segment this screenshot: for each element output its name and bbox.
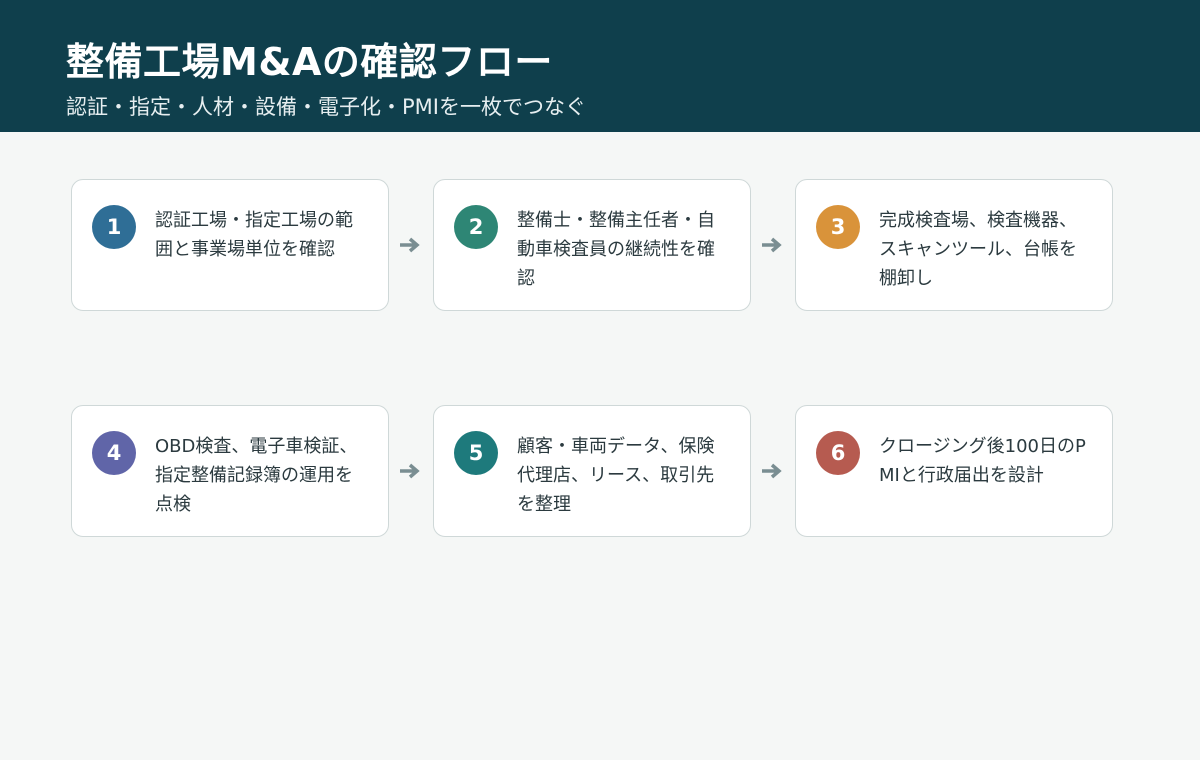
page-subtitle: 認証・指定・人材・設備・電子化・PMIを一枚でつなぐ	[66, 95, 586, 119]
arrow-right-icon-1	[400, 237, 420, 253]
step-text-5: 顧客・車両データ、保険代理店、リース、取引先を整理	[517, 436, 715, 515]
arrow-right-icon-3	[400, 463, 420, 479]
step-number-badge-5: 5	[454, 431, 498, 475]
step-text-6: クロージング後100日のPMIと行政届出を設計	[879, 436, 1086, 486]
step-text-2: 整備士・整備主任者・自動車検査員の継続性を確認	[517, 210, 715, 289]
step-number-badge-3: 3	[816, 205, 860, 249]
step-number-badge-4: 4	[92, 431, 136, 475]
step-card-1: 1 認証工場・指定工場の範囲と事業場単位を確認	[71, 179, 389, 311]
step-text-1: 認証工場・指定工場の範囲と事業場単位を確認	[155, 210, 353, 260]
page-title: 整備工場M&Aの確認フロー	[66, 40, 553, 84]
arrow-right-icon-4	[762, 463, 782, 479]
step-card-3: 3 完成検査場、検査機器、スキャンツール、台帳を棚卸し	[795, 179, 1113, 311]
step-card-5: 5 顧客・車両データ、保険代理店、リース、取引先を整理	[433, 405, 751, 537]
step-text-4: OBD検査、電子車検証、指定整備記録簿の運用を点検	[155, 436, 358, 515]
arrow-right-icon-2	[762, 237, 782, 253]
step-card-4: 4 OBD検査、電子車検証、指定整備記録簿の運用を点検	[71, 405, 389, 537]
step-number-badge-1: 1	[92, 205, 136, 249]
step-number-badge-2: 2	[454, 205, 498, 249]
step-text-3: 完成検査場、検査機器、スキャンツール、台帳を棚卸し	[879, 210, 1077, 289]
header-banner: 整備工場M&Aの確認フロー 認証・指定・人材・設備・電子化・PMIを一枚でつなぐ	[0, 0, 1200, 132]
step-card-6: 6 クロージング後100日のPMIと行政届出を設計	[795, 405, 1113, 537]
step-number-badge-6: 6	[816, 431, 860, 475]
step-card-2: 2 整備士・整備主任者・自動車検査員の継続性を確認	[433, 179, 751, 311]
